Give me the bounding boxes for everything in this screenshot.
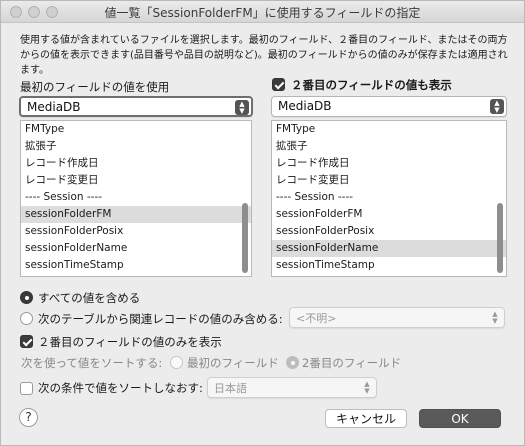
first-table-popup[interactable]: MediaDB ▲ ▼	[19, 96, 253, 117]
language-popup-value: 日本語	[214, 382, 247, 395]
show-second-only-checkbox[interactable]	[20, 335, 33, 348]
related-table-popup-value: <不明>	[296, 312, 337, 325]
include-all-values-label: すべての値を含める	[38, 291, 141, 305]
list-item[interactable]: レコード作成日	[21, 155, 251, 172]
list-item[interactable]: レコード変更日	[272, 172, 506, 189]
resort-values-checkbox[interactable]	[20, 382, 33, 395]
include-related-values-radio[interactable]	[20, 312, 33, 325]
list-item[interactable]: sessionFolderFM	[21, 206, 251, 223]
language-popup[interactable]: 日本語 ▲ ▼	[207, 377, 377, 398]
list-item[interactable]: レコード変更日	[21, 172, 251, 189]
second-table-popup-value: MediaDB	[278, 99, 332, 113]
list-item[interactable]: FMType	[21, 121, 251, 138]
window-title: 値一覧「SessionFolderFM」に使用するフィールドの指定	[104, 6, 421, 20]
include-related-values-label: 次のテーブルから関連レコードの値のみ含める:	[38, 312, 283, 326]
show-second-field-checkbox[interactable]	[272, 78, 285, 91]
sort-second-field-radio[interactable]	[286, 356, 299, 369]
chevron-updown-icon: ▲ ▼	[235, 100, 249, 115]
first-table-popup-value: MediaDB	[27, 100, 81, 114]
second-field-list[interactable]: FMType 拡張子 レコード作成日 レコード変更日 ---- Session ----…	[271, 120, 507, 277]
list-item[interactable]: FMType	[272, 121, 506, 138]
show-second-field-label: ２番目のフィールドの値も表示	[291, 78, 452, 92]
related-table-popup[interactable]: <不明> ▲ ▼	[289, 307, 505, 328]
show-second-only-label: ２番目のフィールドの値のみを表示	[38, 335, 222, 349]
sort-first-field-label: 最初のフィールド	[187, 356, 279, 370]
list-item[interactable]: 拡張子	[272, 138, 506, 155]
sort-second-field-label: 2番目のフィールド	[302, 356, 402, 370]
second-table-popup[interactable]: MediaDB ▲ ▼	[271, 96, 507, 117]
list-item[interactable]: sessionFolderPosix	[21, 223, 251, 240]
chevron-updown-icon: ▲ ▼	[490, 99, 504, 114]
resort-values-label: 次の条件で値をソートしなおす:	[38, 381, 203, 395]
list-item[interactable]: sessionFolderPosix	[272, 223, 506, 240]
title-bar: 値一覧「SessionFolderFM」に使用するフィールドの指定	[1, 1, 524, 23]
first-field-label: 最初のフィールドの値を使用	[20, 80, 170, 94]
second-list-scrollbar[interactable]	[497, 203, 503, 273]
dialog-window: 値一覧「SessionFolderFM」に使用するフィールドの指定 使用する値が…	[0, 0, 525, 446]
list-item[interactable]: ---- Session ----	[272, 189, 506, 206]
list-item[interactable]: sessionTimeStamp	[21, 257, 251, 274]
list-item[interactable]: sessionFolderFM	[272, 206, 506, 223]
cancel-button[interactable]: キャンセル	[325, 409, 407, 428]
list-item[interactable]: sessionTimeStamp	[272, 257, 506, 274]
first-list-scrollbar[interactable]	[242, 203, 248, 273]
first-field-list[interactable]: FMType 拡張子 レコード作成日 レコード変更日 ---- Session ----…	[20, 120, 252, 277]
list-item[interactable]: 拡張子	[21, 138, 251, 155]
list-item[interactable]: sessionFolderName	[21, 240, 251, 257]
sort-by-label: 次を使って値をソートする:	[21, 356, 163, 370]
dialog-description: 使用する値が含まれているファイルを選択します。最初のフィールド、２番目のフィール…	[20, 35, 508, 76]
include-all-values-radio[interactable]	[20, 291, 33, 304]
help-button[interactable]: ?	[19, 408, 38, 427]
list-item[interactable]: ---- Session ----	[21, 189, 251, 206]
list-item[interactable]: sessionFolderName	[272, 240, 506, 257]
chevron-updown-icon: ▲ ▼	[492, 310, 498, 325]
list-item[interactable]: レコード作成日	[272, 155, 506, 172]
chevron-updown-icon: ▲ ▼	[364, 380, 370, 395]
ok-button[interactable]: OK	[419, 409, 501, 428]
sort-first-field-radio[interactable]	[170, 356, 183, 369]
